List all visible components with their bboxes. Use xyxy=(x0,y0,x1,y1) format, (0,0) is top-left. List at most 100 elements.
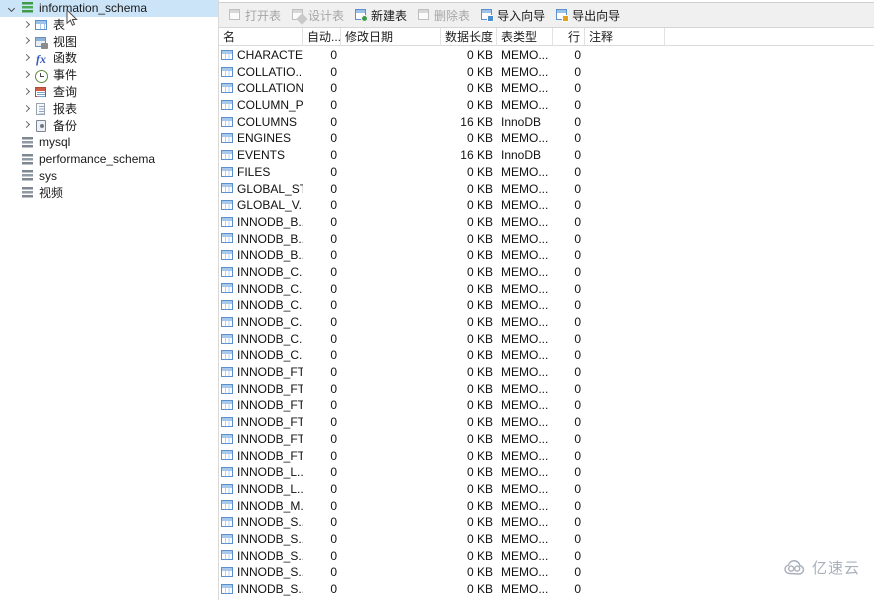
table-row[interactable]: INNODB_S... 0 0 KB MEMO... 0 xyxy=(219,531,874,548)
table-row[interactable]: COLUMNS 0 16 KB InnoDB 0 xyxy=(219,114,874,131)
table-row[interactable]: INNODB_S... 0 0 KB MEMO... 0 xyxy=(219,548,874,565)
table-row[interactable]: INNODB_FT... 0 0 KB MEMO... 0 xyxy=(219,381,874,398)
cell-comment xyxy=(585,114,665,131)
table-row[interactable]: INNODB_L... 0 0 KB MEMO... 0 xyxy=(219,464,874,481)
tree-item-3[interactable]: fx 函数 xyxy=(0,50,218,67)
cell-auto: 0 xyxy=(330,48,337,62)
nav-cat-app-window: information_schema 表视图 fx 函数 事件 查询 报表 备份 mysql pe… xyxy=(0,0,874,600)
table-row[interactable]: GLOBAL_V... 0 0 KB MEMO... 0 xyxy=(219,197,874,214)
cell-datalength: 0 KB xyxy=(466,131,493,146)
table-row[interactable]: INNODB_FT... 0 0 KB MEMO... 0 xyxy=(219,414,874,431)
column-header-rows[interactable]: 行 xyxy=(553,28,585,46)
table-row[interactable]: INNODB_C... 0 0 KB MEMO... 0 xyxy=(219,331,874,348)
cell-comment xyxy=(585,164,665,181)
tree-item-6[interactable]: 报表 xyxy=(0,101,218,118)
chevron-down-icon[interactable] xyxy=(6,2,19,15)
table-row[interactable]: COLUMN_P... 0 0 KB MEMO... 0 xyxy=(219,97,874,114)
table-row[interactable]: GLOBAL_ST... 0 0 KB MEMO... 0 xyxy=(219,181,874,198)
table-row[interactable]: INNODB_S... 0 0 KB MEMO... 0 xyxy=(219,581,874,598)
cell-datalength: 0 KB xyxy=(466,465,493,480)
table-grid-icon xyxy=(221,416,234,428)
tree-item-9[interactable]: performance_schema xyxy=(0,151,218,168)
tree-item-4[interactable]: 事件 xyxy=(0,67,218,84)
table-row[interactable]: EVENTS 0 16 KB InnoDB 0 xyxy=(219,147,874,164)
cell-modified xyxy=(341,581,441,598)
table-grid-icon xyxy=(221,300,234,312)
cell-rows: 0 xyxy=(574,565,581,580)
table-row[interactable]: INNODB_C... 0 0 KB MEMO... 0 xyxy=(219,297,874,314)
cell-datalength: 0 KB xyxy=(466,264,493,279)
export-wizard-button[interactable]: 导出向导 xyxy=(550,5,625,26)
tree-item-10[interactable]: sys xyxy=(0,168,218,185)
cell-auto: 0 xyxy=(330,582,337,596)
toolbar-button-label: 设计表 xyxy=(308,8,345,23)
cell-datalength: 0 KB xyxy=(466,481,493,496)
import-badge-icon xyxy=(487,15,495,22)
table-row[interactable]: INNODB_FT... 0 0 KB MEMO... 0 xyxy=(219,397,874,414)
chevron-right-icon[interactable] xyxy=(20,103,33,116)
object-list-header[interactable]: 名自动... 修改日期 数据长度 表类型行注释 xyxy=(219,28,874,46)
new-table-button[interactable]: 新建表 xyxy=(349,5,412,26)
cell-modified xyxy=(341,147,441,164)
cell-name: INNODB_S... xyxy=(219,581,303,598)
open-table-button: 打开表 xyxy=(223,5,286,26)
chevron-right-icon[interactable] xyxy=(20,35,33,48)
table-row[interactable]: INNODB_S... 0 0 KB MEMO... 0 xyxy=(219,514,874,531)
tree-item-label: performance_schema xyxy=(39,152,156,167)
object-toolbar[interactable]: 打开表 设计表 新建表 删除表 导入向导 导出向导 xyxy=(219,3,874,28)
table-row[interactable]: INNODB_C... 0 0 KB MEMO... 0 xyxy=(219,314,874,331)
import-wizard-button[interactable]: 导入向导 xyxy=(475,5,550,26)
cell-datalength: 0 KB xyxy=(466,48,493,62)
table-row[interactable]: INNODB_L... 0 0 KB MEMO... 0 xyxy=(219,481,874,498)
object-list-body[interactable]: CHARACTE... 0 0 KB MEMO... 0 COLLATIO... 0 0 KB… xyxy=(219,47,874,600)
table-row[interactable]: INNODB_M... 0 0 KB MEMO... 0 xyxy=(219,498,874,515)
chevron-right-icon[interactable] xyxy=(20,19,33,32)
column-header-auto[interactable]: 自动... xyxy=(303,28,341,46)
table-row[interactable]: INNODB_C... 0 0 KB MEMO... 0 xyxy=(219,281,874,298)
column-header-type[interactable]: 表类型 xyxy=(497,28,553,46)
table-row[interactable]: INNODB_S... 0 0 KB MEMO... 0 xyxy=(219,564,874,581)
table-row[interactable]: INNODB_FT... 0 0 KB MEMO... 0 xyxy=(219,431,874,448)
table-row[interactable]: INNODB_B... 0 0 KB MEMO... 0 xyxy=(219,231,874,248)
database-grey-icon xyxy=(20,152,34,167)
chevron-right-icon[interactable] xyxy=(20,69,33,82)
cell-type: MEMO... xyxy=(501,365,549,380)
table-row[interactable]: INNODB_B... 0 0 KB MEMO... 0 xyxy=(219,247,874,264)
cell-text: FILES xyxy=(237,164,271,179)
table-row[interactable]: INNODB_FT... 0 0 KB MEMO... 0 xyxy=(219,448,874,465)
table-row[interactable]: COLLATIO... 0 0 KB MEMO... 0 xyxy=(219,64,874,81)
cell-type: MEMO... xyxy=(501,548,549,563)
table-row[interactable]: CHARACTE... 0 0 KB MEMO... 0 xyxy=(219,47,874,64)
cell-name: INNODB_S... xyxy=(219,531,303,548)
cell-auto: 0 xyxy=(330,498,337,513)
column-header-datalength[interactable]: 数据长度 xyxy=(441,28,497,46)
chevron-right-icon[interactable] xyxy=(20,86,33,99)
column-header-comment[interactable]: 注释 xyxy=(585,28,665,46)
table-row[interactable]: INNODB_B... 0 0 KB MEMO... 0 xyxy=(219,214,874,231)
object-list-view[interactable]: 名自动...修改日期数据长度表类型行注释 CHARACTE... 0 0 KB MEM… xyxy=(219,28,874,600)
chevron-right-icon[interactable] xyxy=(20,52,33,65)
cell-auto: 0 xyxy=(330,181,337,196)
tree-item-0[interactable]: information_schema xyxy=(0,0,218,17)
table-row[interactable]: INNODB_C... 0 0 KB MEMO... 0 xyxy=(219,264,874,281)
tree-item-11[interactable]: 视频 xyxy=(0,185,218,202)
tree-item-2[interactable]: 视图 xyxy=(0,34,218,51)
table-row[interactable]: FILES 0 0 KB MEMO... 0 xyxy=(219,164,874,181)
database-tree[interactable]: information_schema 表视图 fx 函数 事件 查询 报表 备份 mysql pe… xyxy=(0,0,218,202)
cell-auto: 0 xyxy=(330,548,337,563)
table-row[interactable]: COLLATIONS 0 0 KB MEMO... 0 xyxy=(219,80,874,97)
cell-type: MEMO... xyxy=(501,231,549,246)
cell-comment xyxy=(585,264,665,281)
cell-comment xyxy=(585,431,665,448)
tree-item-7[interactable]: 备份 xyxy=(0,118,218,135)
tree-item-8[interactable]: mysql xyxy=(0,134,218,151)
connection-tree-sidebar[interactable]: information_schema 表视图 fx 函数 事件 查询 报表 备份 mysql pe… xyxy=(0,0,219,600)
tree-item-5[interactable]: 查询 xyxy=(0,84,218,101)
table-row[interactable]: INNODB_C... 0 0 KB MEMO... 0 xyxy=(219,347,874,364)
table-row[interactable]: ENGINES 0 0 KB MEMO... 0 xyxy=(219,130,874,147)
tree-item-1[interactable]: 表 xyxy=(0,17,218,34)
column-header-name[interactable]: 名 xyxy=(219,28,303,46)
column-header-modified[interactable]: 修改日期 xyxy=(341,28,441,46)
table-row[interactable]: INNODB_FT... 0 0 KB MEMO... 0 xyxy=(219,364,874,381)
chevron-right-icon[interactable] xyxy=(20,119,33,132)
